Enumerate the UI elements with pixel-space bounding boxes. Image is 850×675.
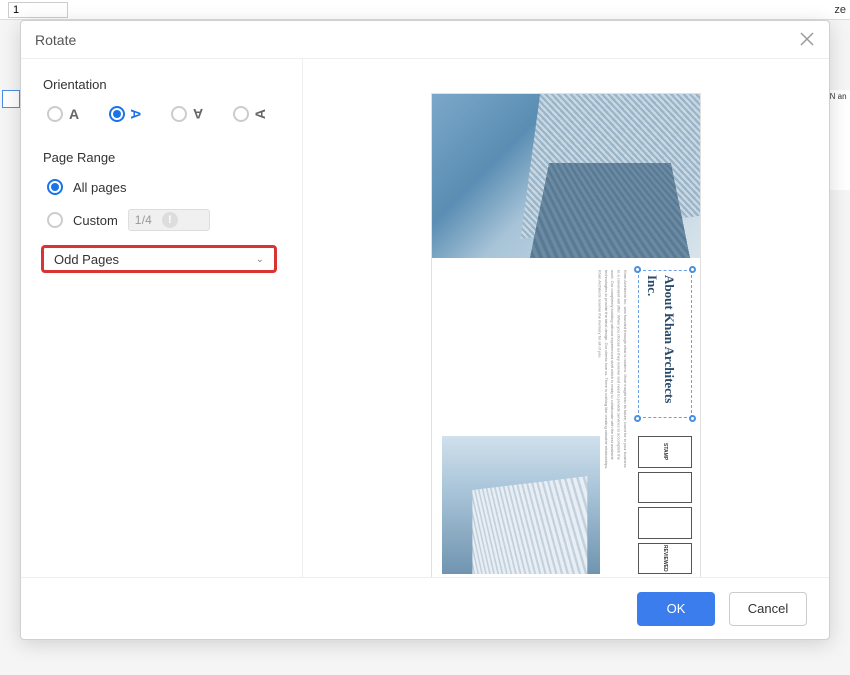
stamp-box xyxy=(638,472,692,504)
options-panel: Orientation A A A A Pag xyxy=(21,59,303,577)
cancel-button[interactable]: Cancel xyxy=(729,592,807,626)
close-icon[interactable] xyxy=(799,32,815,48)
page-range-label: Page Range xyxy=(43,150,280,165)
radio-icon xyxy=(109,106,125,122)
letter-a-180-icon: A xyxy=(193,106,203,122)
stamp-box xyxy=(638,507,692,539)
rotate-dialog: Rotate Orientation A A A xyxy=(20,20,830,640)
orientation-90deg[interactable]: A xyxy=(109,106,141,122)
selection-handle-icon[interactable] xyxy=(634,415,641,422)
custom-label: Custom xyxy=(73,213,118,228)
preview-page: Khan Architects Inc. was founded through… xyxy=(431,93,701,577)
radio-icon xyxy=(233,106,249,122)
bg-thumbnail[interactable] xyxy=(2,90,20,108)
all-pages-option[interactable]: All pages xyxy=(43,179,280,195)
letter-a-270-icon: A xyxy=(252,109,268,119)
selection-handle-icon[interactable] xyxy=(689,415,696,422)
bg-toolbar-right-text: ze xyxy=(834,4,846,16)
preview-panel: Khan Architects Inc. was founded through… xyxy=(303,59,829,577)
letter-a-0-icon: A xyxy=(69,106,79,122)
bg-toolbar xyxy=(0,0,850,20)
radio-icon xyxy=(47,212,63,228)
all-pages-label: All pages xyxy=(73,180,126,195)
preview-heading-text: About Khan Architects Inc. xyxy=(639,271,681,417)
orientation-options: A A A A xyxy=(43,106,280,122)
orientation-180deg[interactable]: A xyxy=(171,106,203,122)
page-subset-dropdown[interactable]: Odd Pages ⌄ xyxy=(41,245,277,273)
orientation-0deg[interactable]: A xyxy=(47,106,79,122)
dropdown-value: Odd Pages xyxy=(54,252,119,267)
chevron-down-icon: ⌄ xyxy=(256,254,264,265)
dialog-title: Rotate xyxy=(35,32,76,48)
orientation-label: Orientation xyxy=(43,77,280,92)
dialog-header: Rotate xyxy=(21,21,829,59)
info-icon[interactable]: ! xyxy=(162,212,178,228)
preview-heading-selection[interactable]: About Khan Architects Inc. xyxy=(638,270,692,418)
radio-icon xyxy=(171,106,187,122)
preview-stamps: STAMP REVIEWED xyxy=(638,436,692,574)
custom-pages-option[interactable]: Custom /4 ! xyxy=(43,209,280,231)
stamp-box: REVIEWED xyxy=(638,543,692,575)
radio-icon xyxy=(47,106,63,122)
stamp-box: STAMP xyxy=(638,436,692,468)
page-number-input[interactable] xyxy=(8,2,68,18)
preview-top-image xyxy=(432,94,700,258)
ok-button[interactable]: OK xyxy=(637,592,715,626)
orientation-270deg[interactable]: A xyxy=(233,106,265,122)
dialog-footer: OK Cancel xyxy=(21,577,829,639)
preview-bottom-image xyxy=(442,436,600,574)
letter-a-90-icon: A xyxy=(128,109,144,119)
dialog-body: Orientation A A A A Pag xyxy=(21,59,829,577)
selection-handle-icon[interactable] xyxy=(634,266,641,273)
radio-icon xyxy=(47,179,63,195)
selection-handle-icon[interactable] xyxy=(689,266,696,273)
